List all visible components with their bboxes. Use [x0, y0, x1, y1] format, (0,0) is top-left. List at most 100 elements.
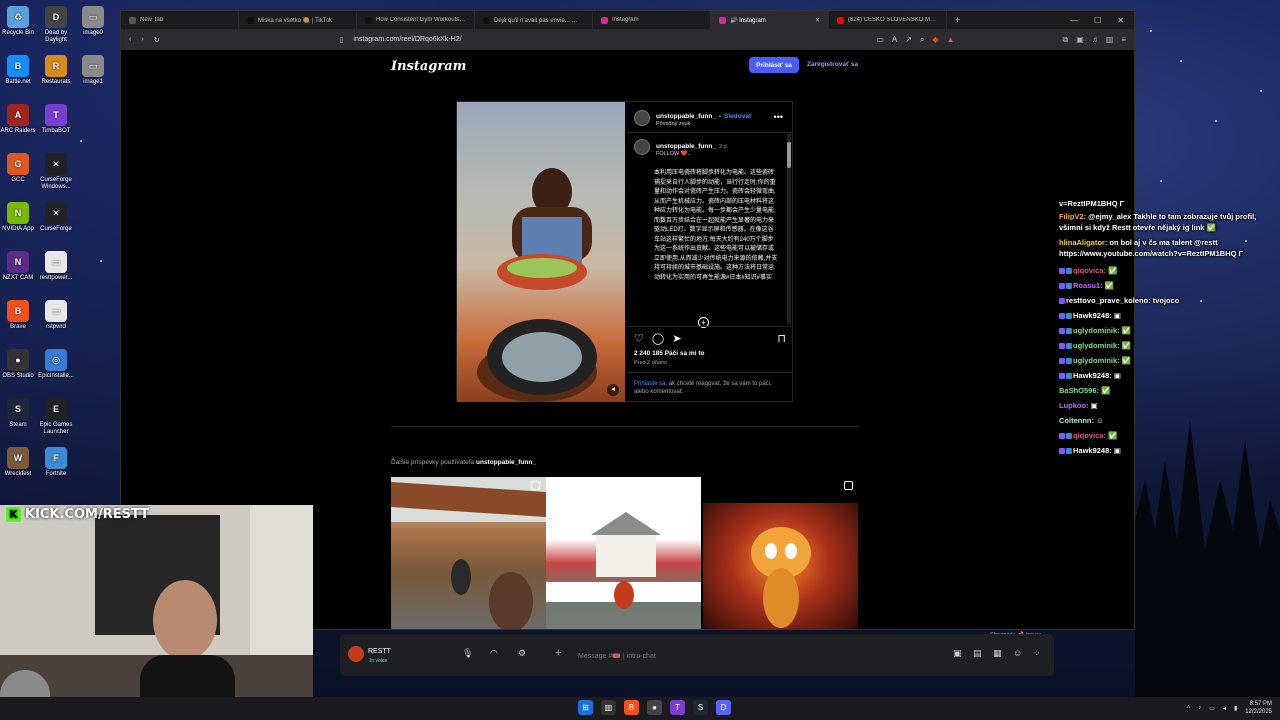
- timbabot-icon[interactable]: T: [670, 700, 685, 715]
- login-button[interactable]: Prihlásiť sa: [749, 57, 799, 73]
- desktop-icon[interactable]: N NZXT CAM: [0, 251, 36, 282]
- url-field[interactable]: instagram.com/reel/DRqo6kXk-H2/: [353, 36, 461, 43]
- chat-username[interactable]: qiqovica:: [1073, 431, 1108, 440]
- desktop-icon[interactable]: ✕ CurseForge: [38, 202, 74, 233]
- post-thumbnail[interactable]: [391, 477, 546, 629]
- follow-button[interactable]: Sledovať: [724, 113, 752, 120]
- music-icon[interactable]: ♫: [1092, 35, 1098, 45]
- chat-username[interactable]: uglydominik:: [1073, 341, 1122, 350]
- desktop-icon[interactable]: ♻ Recycle Bin: [0, 6, 36, 37]
- avatar[interactable]: [634, 110, 650, 126]
- browser-tab[interactable]: Déjà qu'il n'avait pas envie... 😂 #chi: [475, 11, 593, 29]
- login-prompt-link[interactable]: Prihláste sa: [634, 381, 665, 387]
- desktop-icon[interactable]: T TimbaBOT: [38, 104, 74, 135]
- clock[interactable]: 8:57 PM 12/2/2025: [1245, 700, 1272, 716]
- mic-icon[interactable]: ♪: [1198, 705, 1201, 711]
- task-view-icon[interactable]: ▥: [601, 700, 616, 715]
- reel-video[interactable]: ◂: [457, 102, 625, 402]
- like-count[interactable]: 2 240 185 Páči sa mi to: [634, 350, 704, 357]
- desktop-icon[interactable]: E Epic Games Launcher: [38, 398, 74, 436]
- chat-username[interactable]: hlinaAligator:: [1059, 238, 1109, 247]
- minimize-icon[interactable]: —: [1070, 16, 1078, 25]
- chat-username[interactable]: FilipV2:: [1059, 212, 1088, 221]
- desktop-icon[interactable]: D Dead by Daylight: [38, 6, 74, 44]
- chat-username[interactable]: qiqovica:: [1073, 266, 1108, 275]
- forward-icon[interactable]: ›: [141, 36, 143, 43]
- caption-avatar[interactable]: [634, 139, 650, 155]
- post-thumbnail[interactable]: [703, 503, 858, 629]
- desktop-icon[interactable]: N NVIDIA App: [0, 202, 36, 233]
- chat-username[interactable]: uglydominik:: [1073, 356, 1122, 365]
- battery-icon[interactable]: ▮: [1234, 705, 1237, 712]
- browser-tab[interactable]: Instagram: [593, 11, 711, 29]
- obs-icon[interactable]: ●: [647, 700, 662, 715]
- tab-close-icon[interactable]: ✕: [815, 17, 820, 24]
- browser-tab[interactable]: New Tab: [121, 11, 239, 29]
- volume-icon[interactable]: ◂: [1223, 705, 1226, 712]
- sidebar-icon[interactable]: ▥: [1106, 35, 1114, 45]
- new-tab-button[interactable]: +: [947, 15, 968, 25]
- chat-username[interactable]: BaShO596:: [1059, 386, 1101, 395]
- bookmark-icon[interactable]: ▯: [340, 36, 344, 44]
- zoom-icon[interactable]: ⌕: [920, 35, 924, 45]
- desktop-icon[interactable]: W Wreckfest: [0, 447, 36, 478]
- share-icon[interactable]: ➤: [672, 332, 681, 345]
- apps-icon[interactable]: ⁘: [1033, 648, 1041, 659]
- reload-icon[interactable]: ↻: [154, 36, 160, 44]
- emoji-icon[interactable]: ☺: [1013, 648, 1022, 658]
- wallet-icon[interactable]: ▣: [1076, 35, 1084, 45]
- browser-tab[interactable]: Miska na všetko 🥘 | TikTok: [239, 11, 357, 29]
- like-icon[interactable]: ♡: [634, 332, 644, 345]
- share-icon[interactable]: ↗: [905, 35, 912, 45]
- attach-plus-icon[interactable]: +: [555, 647, 561, 659]
- desktop-icon[interactable]: ✕ CurseForge Windows...: [38, 153, 74, 191]
- save-icon[interactable]: ⊓: [777, 332, 786, 345]
- brave-shield-icon[interactable]: ◆: [932, 35, 938, 45]
- instagram-logo[interactable]: Instagram: [391, 59, 466, 74]
- post-username[interactable]: unstoppable_funn_: [656, 113, 716, 120]
- rewards-icon[interactable]: ▲: [947, 35, 955, 45]
- gif-icon[interactable]: ▤: [973, 648, 982, 659]
- maximize-icon[interactable]: ☐: [1094, 16, 1101, 25]
- desktop-icon[interactable]: B Battle.net: [0, 55, 36, 86]
- settings-gear-icon[interactable]: ⚙: [518, 648, 526, 659]
- post-thumbnail[interactable]: [546, 477, 701, 629]
- desktop-icon[interactable]: A ARC Raiders: [0, 104, 36, 135]
- desktop-icon[interactable]: G GCC: [0, 153, 36, 184]
- chat-username[interactable]: Lupkoo:: [1059, 401, 1091, 410]
- desktop-icon[interactable]: ▭ image1: [75, 55, 111, 86]
- chat-username[interactable]: Roasu1:: [1073, 281, 1105, 290]
- discord-username[interactable]: RESTT: [368, 648, 391, 655]
- desktop-icon[interactable]: R Restaurats: [38, 55, 74, 86]
- start-icon[interactable]: ⊞: [578, 700, 593, 715]
- chat-username[interactable]: Hawk9248:: [1073, 371, 1114, 380]
- audio-label[interactable]: Pôvodný zvuk: [656, 121, 752, 127]
- desktop-icon[interactable]: S Steam: [0, 398, 36, 429]
- desktop-icon[interactable]: ▭ image0: [75, 6, 111, 37]
- desktop-icon[interactable]: ▭ rstpwrd: [38, 300, 74, 331]
- message-input[interactable]: Message #🎟️ | intro-chat: [578, 652, 656, 660]
- browser-tab[interactable]: 🔊 Instagram ✕: [711, 11, 829, 29]
- back-icon[interactable]: ‹: [129, 36, 131, 43]
- more-options-icon[interactable]: •••: [774, 112, 783, 122]
- headphones-icon[interactable]: ◠: [490, 648, 498, 659]
- discord-icon[interactable]: D: [716, 700, 731, 715]
- desktop-icon[interactable]: ▭ resttpower...: [38, 251, 74, 282]
- caption-username[interactable]: unstoppable_funn_: [656, 143, 716, 150]
- more-posts-user[interactable]: unstoppable_funn_: [476, 459, 536, 466]
- signup-link[interactable]: Zaregistrovať sa: [807, 61, 858, 68]
- translate-icon[interactable]: A: [892, 35, 897, 45]
- caption-scroll-thumb[interactable]: [787, 142, 791, 168]
- desktop-icon[interactable]: F Fortnite: [38, 447, 74, 478]
- chat-username[interactable]: Hawk9248:: [1073, 446, 1114, 455]
- chat-username[interactable]: uglydominik:: [1073, 326, 1122, 335]
- menu-icon[interactable]: ≡: [1121, 35, 1126, 45]
- browser-tab[interactable]: (624) ČESKO SLOVENSKO MÁ TALEN: [829, 11, 947, 29]
- mute-icon[interactable]: ◂: [607, 384, 619, 396]
- sticker-icon[interactable]: ▦: [993, 648, 1002, 659]
- browser-tab[interactable]: How Consistent Gym Workouts Boo: [357, 11, 475, 29]
- extensions-icon[interactable]: ⧉: [1062, 35, 1068, 45]
- chat-username[interactable]: resttovo_prave_koleno:: [1066, 296, 1153, 305]
- network-icon[interactable]: ▭: [1209, 705, 1215, 712]
- desktop-icon[interactable]: ◎ EpicInstalle...: [38, 349, 74, 380]
